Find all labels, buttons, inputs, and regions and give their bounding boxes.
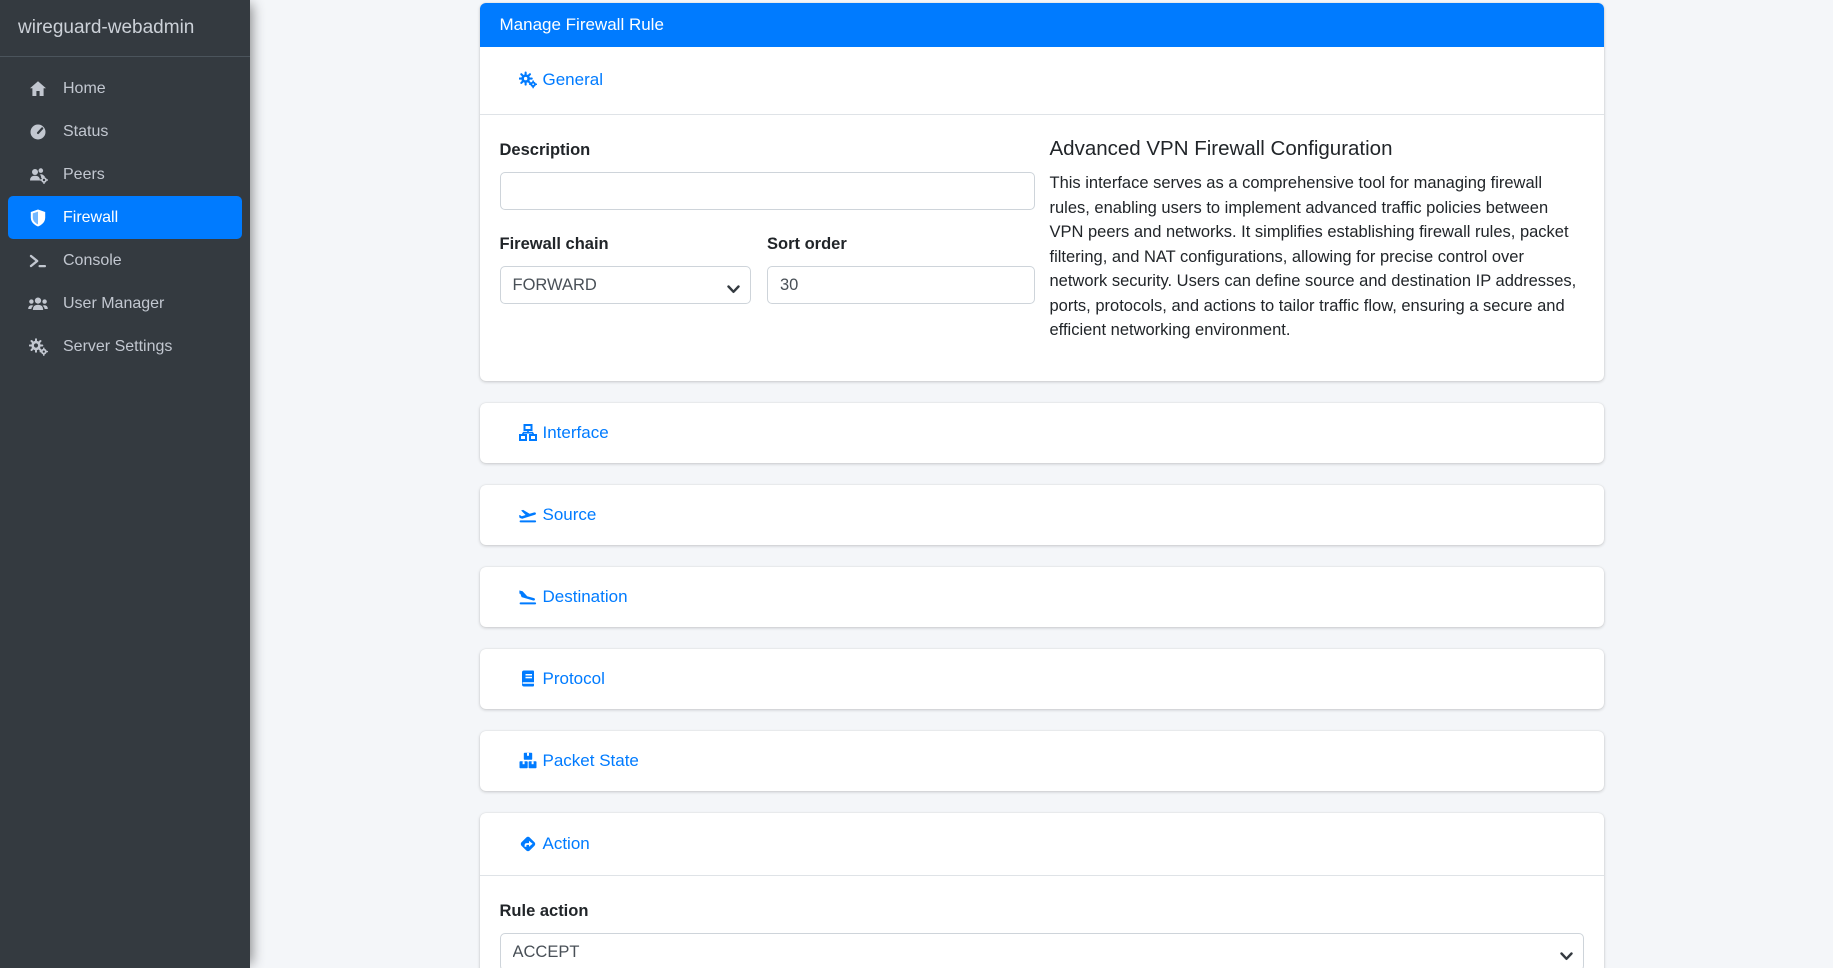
interface-card: Interface bbox=[480, 403, 1604, 463]
source-card: Source bbox=[480, 485, 1604, 545]
action-card: Action Rule action ACCEPT bbox=[480, 813, 1604, 968]
gears-icon bbox=[25, 338, 51, 356]
packet-state-card: Packet State bbox=[480, 731, 1604, 791]
sidebar-item-label: User Manager bbox=[63, 295, 164, 313]
sidebar: wireguard-webadmin Home Status bbox=[0, 0, 250, 968]
network-wired-icon bbox=[519, 424, 537, 441]
destination-card: Destination bbox=[480, 567, 1604, 627]
sidebar-item-firewall[interactable]: Firewall bbox=[8, 196, 242, 239]
brand-link[interactable]: wireguard-webadmin bbox=[0, 0, 250, 57]
rule-action-select[interactable]: ACCEPT bbox=[500, 933, 1584, 968]
plane-arrival-icon bbox=[519, 588, 537, 605]
protocol-card: Protocol bbox=[480, 649, 1604, 709]
plane-departure-icon bbox=[519, 506, 537, 523]
sidebar-item-console[interactable]: Console bbox=[8, 239, 242, 282]
firewall-chain-select[interactable]: FORWARD bbox=[500, 266, 752, 304]
sidebar-nav: Home Status bbox=[0, 57, 250, 378]
main-content: Manage Firewall Rule bbox=[250, 3, 1833, 968]
section-source-label: Source bbox=[543, 505, 597, 525]
section-general-label: General bbox=[543, 70, 603, 90]
sidebar-item-label: Server Settings bbox=[63, 338, 172, 356]
terminal-icon bbox=[25, 252, 51, 270]
diamond-turn-right-icon bbox=[519, 835, 537, 852]
sidebar-item-label: Home bbox=[63, 80, 106, 98]
shield-icon bbox=[25, 209, 51, 227]
section-protocol[interactable]: Protocol bbox=[480, 649, 1604, 709]
info-text: This interface serves as a comprehensive… bbox=[1050, 171, 1584, 343]
section-protocol-label: Protocol bbox=[543, 669, 605, 689]
info-heading: Advanced VPN Firewall Configuration bbox=[1050, 137, 1584, 161]
book-icon bbox=[519, 670, 537, 687]
sidebar-item-server-settings[interactable]: Server Settings bbox=[8, 325, 242, 368]
card-title-bar: Manage Firewall Rule bbox=[480, 3, 1604, 47]
section-destination-label: Destination bbox=[543, 587, 628, 607]
boxes-icon bbox=[519, 752, 537, 769]
description-input[interactable] bbox=[500, 172, 1035, 210]
home-icon bbox=[25, 80, 51, 98]
sidebar-item-label: Console bbox=[63, 252, 122, 270]
section-packet-state[interactable]: Packet State bbox=[480, 731, 1604, 791]
section-destination[interactable]: Destination bbox=[480, 567, 1604, 627]
sidebar-item-peers[interactable]: Peers bbox=[8, 153, 242, 196]
section-general[interactable]: General bbox=[480, 47, 1604, 114]
users-gear-icon bbox=[25, 166, 51, 184]
gears-icon bbox=[519, 72, 537, 89]
gauge-icon bbox=[25, 123, 51, 141]
sidebar-item-label: Firewall bbox=[63, 209, 118, 227]
brand-text: wireguard-webadmin bbox=[18, 17, 194, 39]
sort-order-input[interactable] bbox=[767, 266, 1035, 304]
section-action[interactable]: Action bbox=[480, 813, 1604, 875]
sidebar-item-status[interactable]: Status bbox=[8, 110, 242, 153]
card-title: Manage Firewall Rule bbox=[500, 15, 664, 35]
sidebar-item-user-manager[interactable]: User Manager bbox=[8, 282, 242, 325]
sort-order-label: Sort order bbox=[767, 235, 1035, 254]
sidebar-item-label: Peers bbox=[63, 166, 105, 184]
section-interface[interactable]: Interface bbox=[480, 403, 1604, 463]
description-label: Description bbox=[500, 141, 1035, 160]
sidebar-item-label: Status bbox=[63, 123, 108, 141]
users-icon bbox=[25, 295, 51, 313]
rule-action-label: Rule action bbox=[500, 902, 1584, 921]
section-packet-state-label: Packet State bbox=[543, 751, 639, 771]
firewall-chain-label: Firewall chain bbox=[500, 235, 752, 254]
section-interface-label: Interface bbox=[543, 423, 609, 443]
section-source[interactable]: Source bbox=[480, 485, 1604, 545]
firewall-rule-card: Manage Firewall Rule bbox=[480, 3, 1604, 381]
section-action-label: Action bbox=[543, 834, 590, 854]
sidebar-item-home[interactable]: Home bbox=[8, 67, 242, 110]
